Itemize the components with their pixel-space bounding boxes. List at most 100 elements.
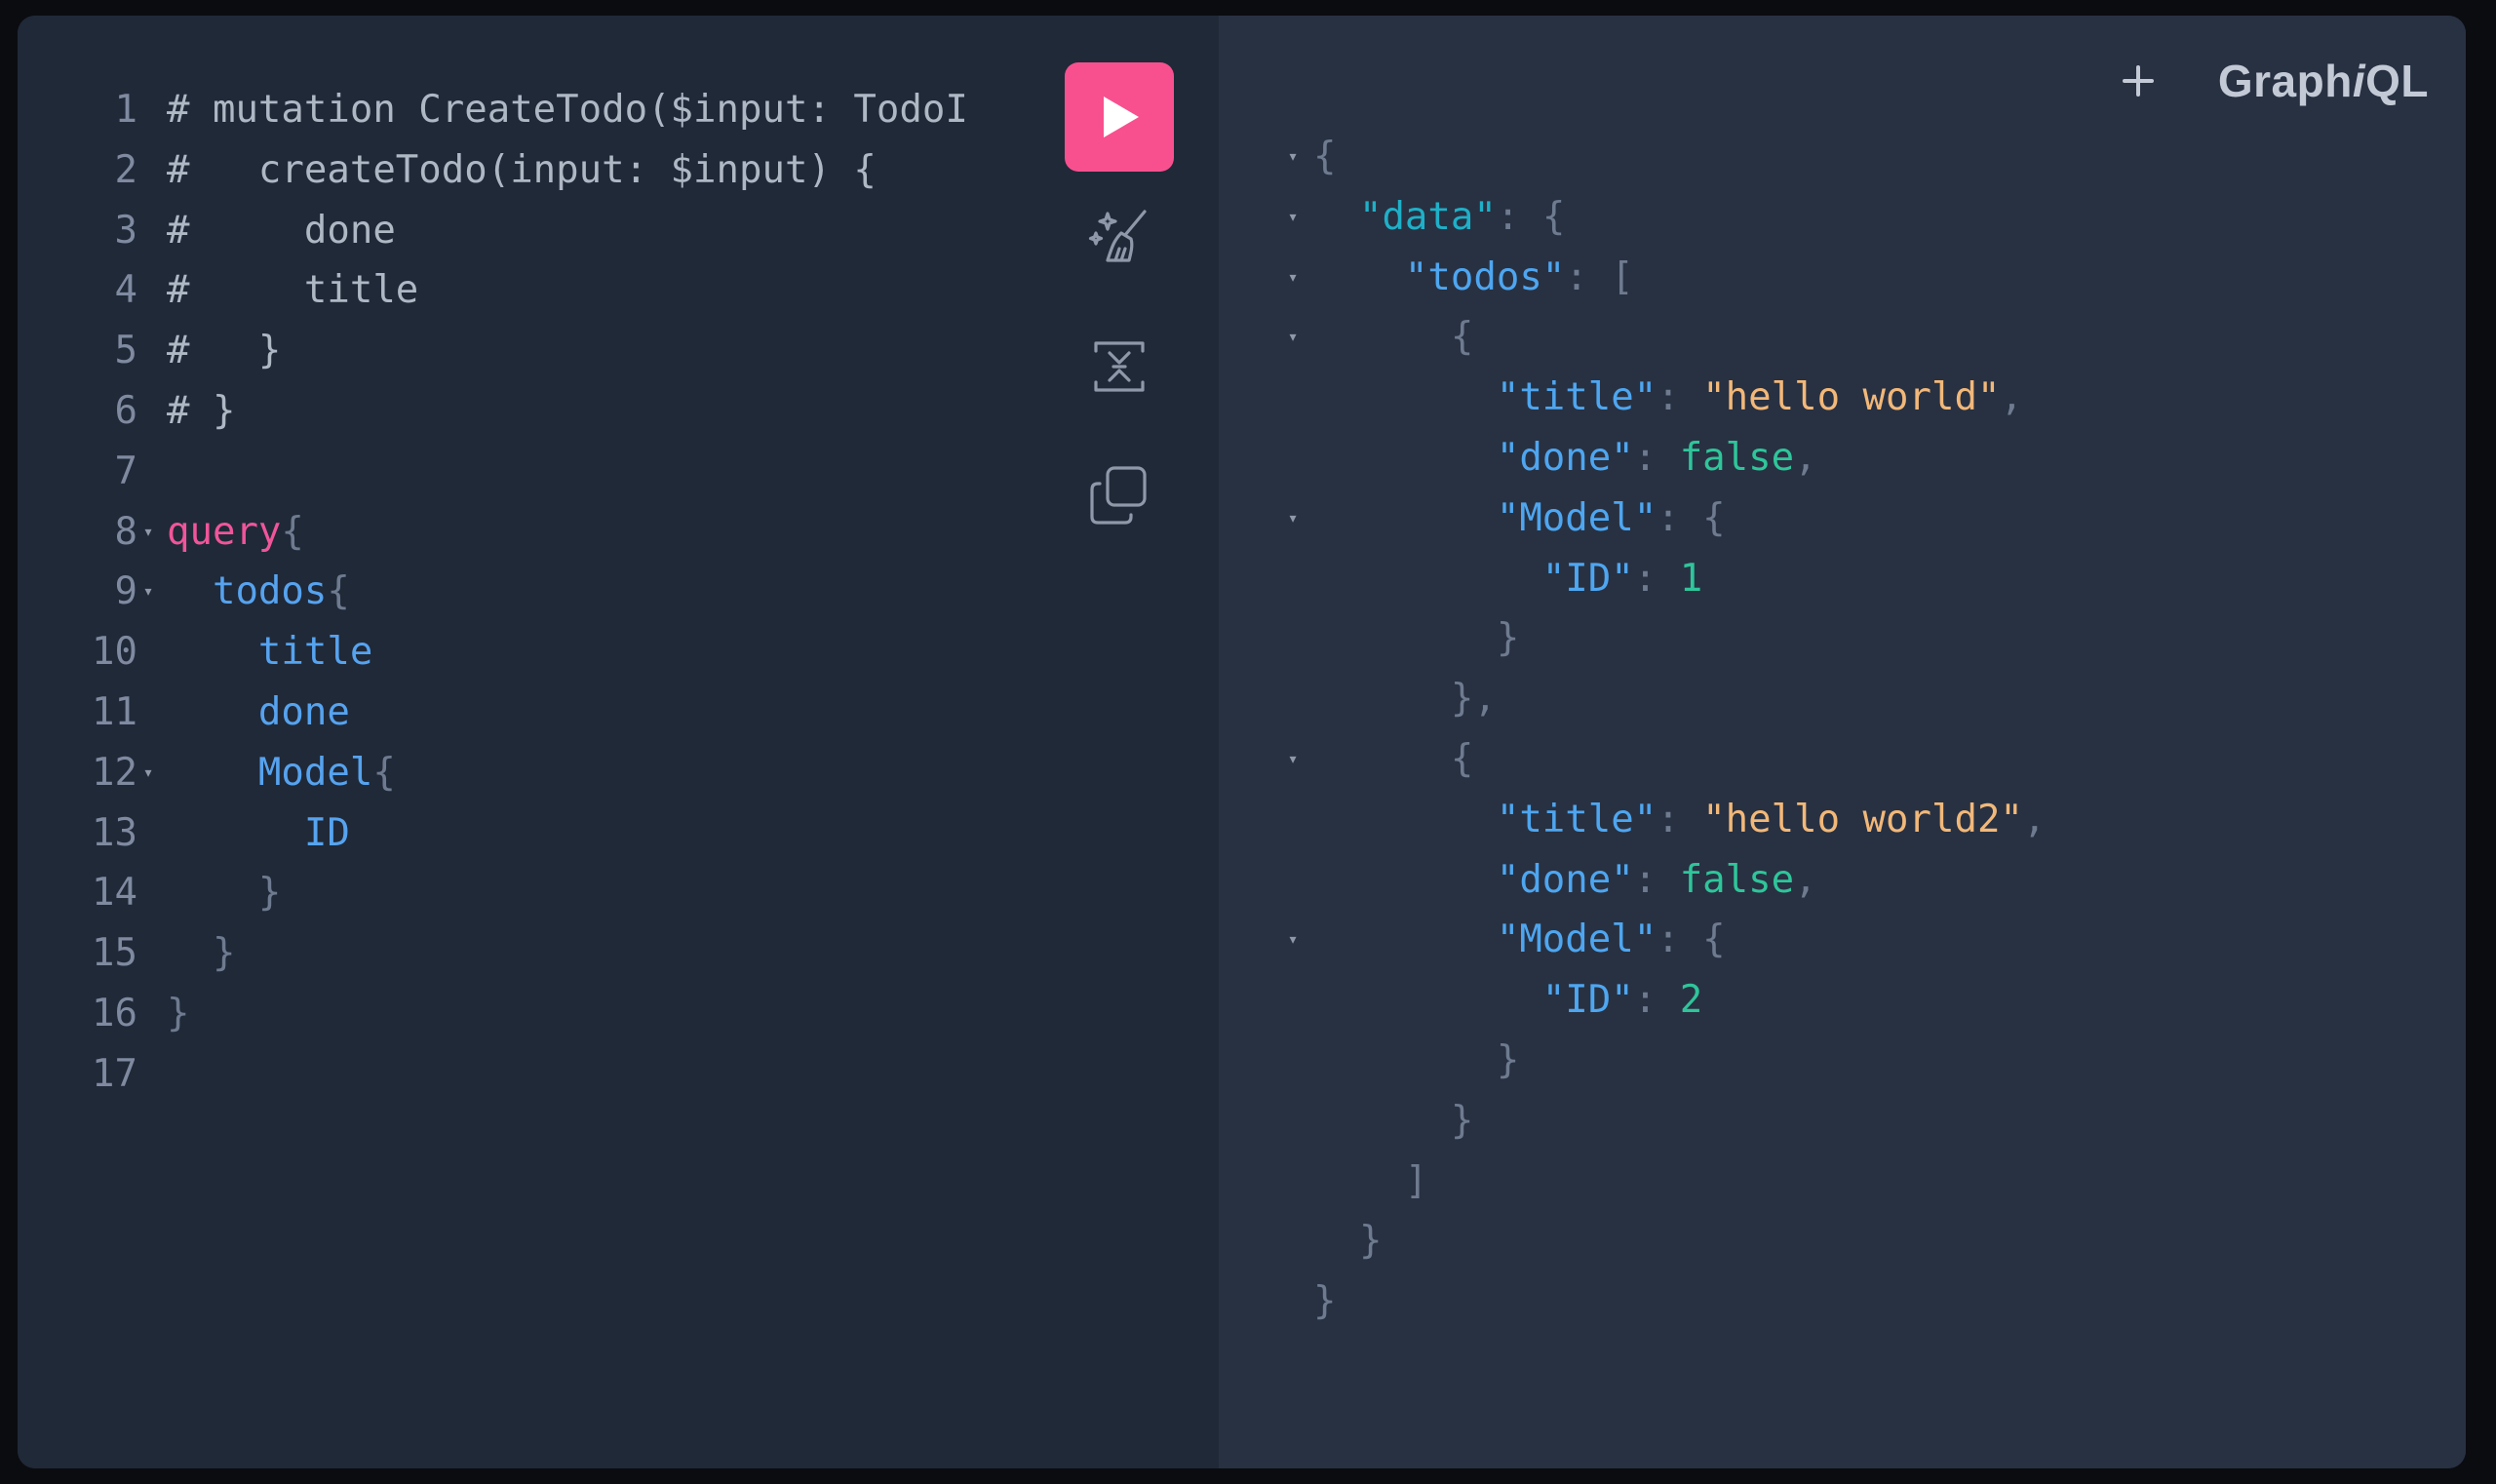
line-number: 7 — [114, 449, 137, 493]
json-line: "title": "hello world2", — [1313, 790, 2047, 850]
play-icon — [1104, 97, 1139, 137]
line-number: 2 — [114, 147, 137, 192]
line-number: 10 — [92, 630, 137, 675]
line-number: 1 — [114, 88, 137, 132]
code-line[interactable]: } — [167, 984, 189, 1044]
graphiql-logo[interactable]: GraphiQL — [2218, 55, 2429, 107]
json-fold-toggle-icon[interactable]: ▾ — [1282, 307, 1304, 368]
json-token-punct: } — [1496, 616, 1520, 661]
code-token-comment: # mutation CreateTodo($input: TodoI — [167, 88, 968, 132]
json-token-punct: , — [1794, 857, 1817, 902]
query-editor[interactable]: 1 # mutation CreateTodo($input: TodoI 2 # c… — [18, 16, 1219, 1468]
line-number: 11 — [92, 690, 137, 734]
json-line: ] — [1313, 1152, 1427, 1212]
code-token-punct: } — [212, 931, 236, 976]
json-line: "Model": { — [1313, 488, 1726, 549]
json-token-str: "hello world" — [1702, 375, 2001, 420]
json-fold-toggle-icon[interactable]: ▾ — [1282, 127, 1304, 187]
line-number: 15 — [92, 931, 137, 976]
code-line[interactable]: # createTodo(input: $input) { — [167, 140, 877, 201]
json-fold-toggle-icon[interactable]: ▾ — [1282, 729, 1304, 790]
json-fold-toggle-icon[interactable]: ▾ — [1282, 910, 1304, 970]
json-token-punct: , — [2000, 375, 2023, 420]
json-token-punct: ] — [1404, 1158, 1428, 1203]
json-token-str: "hello world2" — [1702, 797, 2023, 841]
json-line: } — [1313, 608, 1519, 669]
json-token-punct: : { — [1657, 918, 1726, 962]
code-token-field: todos — [212, 569, 328, 614]
code-line[interactable]: todos{ — [167, 562, 350, 622]
json-token-punct: { — [1450, 737, 1474, 781]
code-token-field: Model — [257, 750, 373, 795]
code-line[interactable]: title — [167, 622, 372, 683]
logo-text-italic: i — [2352, 56, 2366, 106]
json-line: } — [1313, 1031, 1519, 1091]
line-number: 9 — [114, 569, 137, 614]
fold-toggle-icon[interactable]: ▾ — [138, 502, 158, 563]
json-token-punct: : — [1633, 556, 1680, 601]
json-token-num: 1 — [1679, 556, 1703, 601]
logo-text-suffix: QL — [2365, 56, 2429, 106]
json-fold-toggle-icon[interactable]: ▾ — [1282, 187, 1304, 248]
fold-toggle-icon[interactable]: ▾ — [138, 743, 158, 803]
code-line[interactable]: } — [167, 923, 235, 984]
json-line: { — [1313, 729, 1473, 790]
json-token-key: "title" — [1496, 375, 1658, 420]
json-token-punct: : — [1633, 436, 1680, 480]
code-line[interactable]: } — [167, 863, 281, 923]
json-token-key: "Model" — [1496, 495, 1658, 540]
code-line[interactable]: # mutation CreateTodo($input: TodoI — [167, 80, 968, 140]
execute-query-button[interactable] — [1065, 62, 1174, 172]
code-line[interactable]: ID — [167, 803, 350, 864]
logo-text-prefix: Graph — [2217, 56, 2353, 106]
json-line: { — [1313, 307, 1473, 368]
json-token-key: "ID" — [1541, 556, 1634, 601]
line-number: 14 — [92, 871, 137, 916]
code-line[interactable]: # } — [167, 321, 281, 381]
json-fold-toggle-icon[interactable]: ▾ — [1282, 248, 1304, 308]
json-line: } — [1313, 1271, 1336, 1332]
code-token-punct: { — [327, 569, 350, 614]
code-line[interactable]: query{ — [167, 502, 304, 563]
code-line[interactable]: Model{ — [167, 743, 396, 803]
code-token-punct: { — [372, 750, 396, 795]
merge-fragments-button[interactable] — [1086, 333, 1152, 400]
code-line[interactable]: # title — [167, 260, 418, 321]
plus-icon — [2122, 65, 2154, 97]
code-line[interactable]: # done — [167, 201, 396, 261]
json-line: "data": { — [1313, 187, 1565, 248]
add-tab-button[interactable] — [2109, 52, 2167, 110]
code-token-field: done — [257, 690, 350, 734]
json-line: }, — [1313, 669, 1497, 729]
prettify-button[interactable] — [1086, 204, 1152, 270]
copy-query-button[interactable] — [1086, 462, 1152, 528]
code-token-comment: # createTodo(input: $input) { — [167, 147, 877, 192]
json-token-punct: : — [1657, 375, 1703, 420]
code-line[interactable]: # } — [167, 381, 235, 442]
json-token-bool: false — [1679, 857, 1795, 902]
json-token-punct: : { — [1657, 495, 1726, 540]
fold-toggle-icon[interactable]: ▾ — [138, 562, 158, 622]
json-line: "done": false, — [1313, 850, 1817, 911]
json-token-punct: : — [1633, 978, 1680, 1023]
json-line: "ID": 2 — [1313, 970, 1702, 1031]
json-fold-toggle-icon[interactable]: ▾ — [1282, 488, 1304, 549]
code-token-comment: # title — [167, 268, 419, 313]
json-token-key-top: "data" — [1358, 194, 1497, 239]
json-token-punct: , — [2022, 797, 2047, 841]
json-line: } — [1313, 1211, 1382, 1271]
code-line[interactable]: done — [167, 683, 350, 743]
code-token-keyword: query — [167, 509, 282, 554]
